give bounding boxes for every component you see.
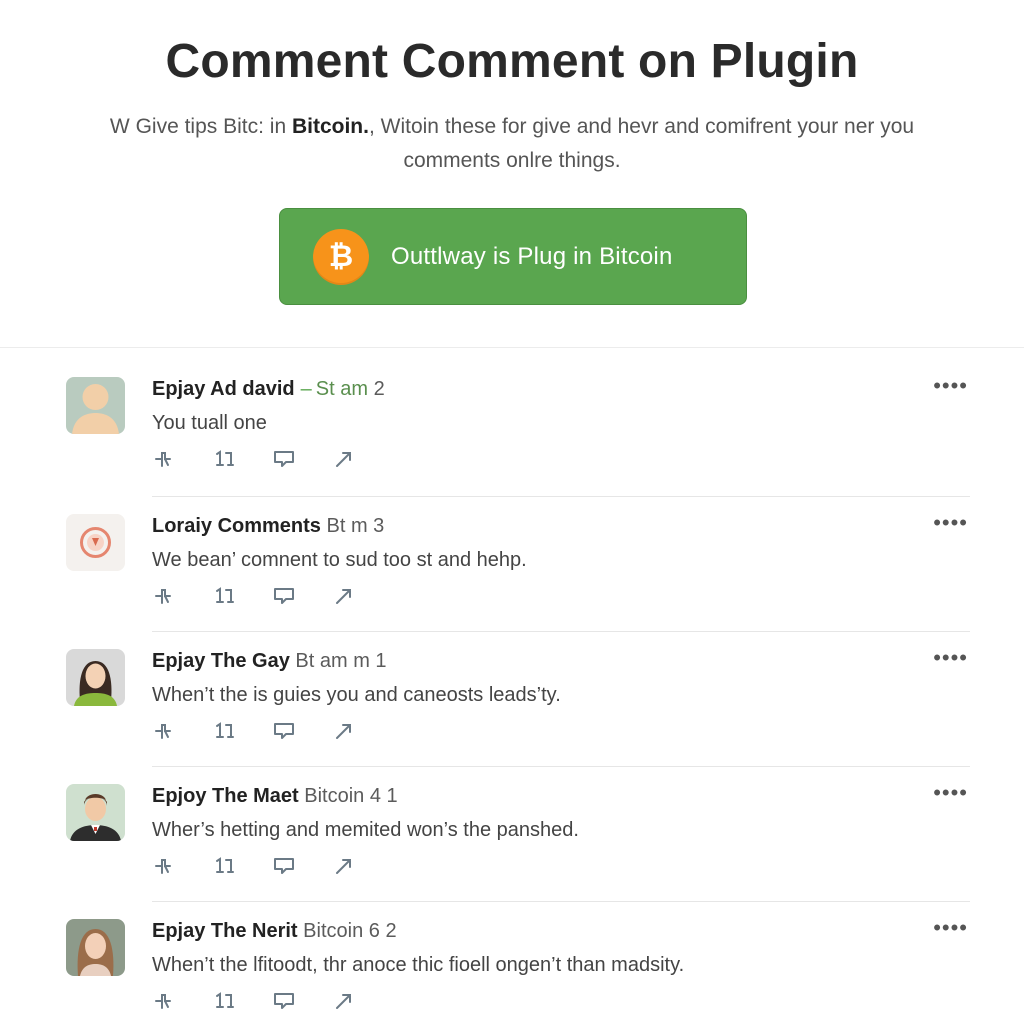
woman-photo-avatar-icon: [66, 919, 125, 976]
subtitle-text-pre: W Give tips Bitc: in: [109, 115, 292, 138]
repost-button[interactable]: [212, 585, 272, 607]
more-options-icon[interactable]: ••••: [933, 782, 968, 804]
repost-icon: [216, 722, 234, 738]
comment-count: 2: [373, 378, 385, 400]
reply-button[interactable]: [272, 720, 332, 742]
like-button[interactable]: [152, 855, 212, 877]
comment-actions: [152, 585, 392, 607]
reply-button[interactable]: [272, 855, 332, 877]
subtitle-bitcoin-bold: Bitcoin.: [291, 115, 369, 138]
share-button[interactable]: [332, 585, 392, 607]
avatar[interactable]: [66, 784, 125, 841]
repost-icon: [216, 587, 234, 603]
share-button[interactable]: [332, 855, 392, 877]
reply-button[interactable]: [272, 448, 332, 470]
comment-text: When’t the lfitoodt, thr anoce thic fioe…: [152, 954, 685, 976]
repost-button[interactable]: [212, 990, 272, 1012]
comment-actions: [152, 448, 392, 470]
comment-actions: [152, 855, 392, 877]
comment-author[interactable]: Loraiy Comments: [152, 515, 321, 537]
like-icon: [155, 589, 171, 604]
bitcoin-icon: ₿: [313, 228, 369, 285]
comment-item: Loraiy Comments Bt m 3 We bean’ comnent …: [0, 497, 1024, 632]
repost-button[interactable]: [212, 855, 272, 877]
reply-button[interactable]: [272, 585, 332, 607]
like-icon: [155, 994, 171, 1009]
comment-separator: –: [300, 378, 312, 400]
bitcoin-plugin-button[interactable]: ₿ Outtlway is Plug in Bitcoin: [279, 208, 747, 305]
repost-button[interactable]: [212, 720, 272, 742]
like-icon: [155, 724, 171, 739]
man-avatar-icon: [66, 784, 125, 841]
share-arrow-icon: [336, 724, 351, 739]
share-arrow-icon: [336, 452, 351, 467]
like-button[interactable]: [152, 990, 212, 1012]
comment-text: When’t the is guies you and caneosts lea…: [152, 684, 561, 706]
comment-header: Epjay The Nerit Bitcoin 6 2: [152, 920, 397, 943]
share-arrow-icon: [336, 589, 351, 604]
more-options-icon[interactable]: ••••: [933, 917, 968, 939]
comment-text: You tuall one: [152, 412, 267, 434]
comment-actions: [152, 990, 392, 1012]
comment-header: Epjay The Gay Bt am m 1: [152, 650, 387, 673]
comment-text: Wher’s hetting and memited won’s the pan…: [152, 819, 579, 841]
person-placeholder-icon: [66, 377, 125, 434]
share-arrow-icon: [336, 994, 351, 1009]
page-title: Comment Comment on Plugin: [165, 35, 859, 88]
comment-author[interactable]: Epjay Ad david: [152, 378, 295, 400]
like-button[interactable]: [152, 720, 212, 742]
like-button[interactable]: [152, 585, 212, 607]
comment-author[interactable]: Epjay The Gay: [152, 650, 290, 672]
woman-avatar-icon: [66, 649, 125, 706]
comment-item: Epjay The Nerit Bitcoin 6 2 When’t the l…: [0, 902, 1024, 1024]
comment-time: St am: [315, 378, 369, 400]
comment-list: Epjay Ad david – St am 2 You tuall one •••…: [0, 360, 1024, 1024]
repost-icon: [216, 450, 234, 466]
comment-text: We bean’ comnent to sud too st and hehp.: [152, 549, 527, 571]
comment-meta: Bitcoin 4 1: [304, 785, 398, 807]
share-button[interactable]: [332, 448, 392, 470]
comment-bubble-icon: [274, 858, 294, 874]
header-divider: [0, 347, 1024, 348]
avatar[interactable]: [66, 919, 125, 976]
comment-header: Epjay Ad david – St am 2: [152, 378, 385, 401]
share-arrow-icon: [336, 859, 351, 874]
more-options-icon[interactable]: ••••: [933, 647, 968, 669]
comment-header: Epjoy The Maet Bitcoin 4 1: [152, 785, 398, 808]
comment-item: Epjay Ad david – St am 2 You tuall one •••…: [0, 360, 1024, 497]
repost-button[interactable]: [212, 448, 272, 470]
share-button[interactable]: [332, 720, 392, 742]
comment-author[interactable]: Epjay The Nerit: [152, 920, 298, 942]
share-button[interactable]: [332, 990, 392, 1012]
more-options-icon[interactable]: ••••: [933, 512, 968, 534]
comment-bubble-icon: [274, 993, 294, 1009]
repost-icon: [216, 857, 234, 873]
avatar[interactable]: [66, 377, 125, 434]
comment-bubble-icon: [274, 723, 294, 739]
ring-logo-icon: [66, 514, 125, 571]
comment-item: Epjay The Gay Bt am m 1 When’t the is gu…: [0, 632, 1024, 767]
comment-author[interactable]: Epjoy The Maet: [152, 785, 299, 807]
bitcoin-plugin-button-label: Outtlway is Plug in Bitcoin: [391, 242, 673, 270]
comment-item: Epjoy The Maet Bitcoin 4 1 Wher’s hettin…: [0, 767, 1024, 902]
page-subtitle: W Give tips Bitc: in Bitcoin., Witoin th…: [90, 110, 934, 178]
comment-bubble-icon: [274, 588, 294, 604]
like-button[interactable]: [152, 448, 212, 470]
comment-meta: Bt am m 1: [295, 650, 387, 672]
comment-meta: Bitcoin 6 2: [303, 920, 397, 942]
comment-bubble-icon: [274, 451, 294, 467]
comment-meta: Bt m 3: [326, 515, 385, 537]
reply-button[interactable]: [272, 990, 332, 1012]
subtitle-text-post: , Witoin these for give and hevr and com…: [368, 115, 915, 172]
like-icon: [155, 859, 171, 874]
avatar[interactable]: [66, 649, 125, 706]
like-icon: [155, 452, 171, 467]
comment-actions: [152, 720, 392, 742]
comment-header: Loraiy Comments Bt m 3: [152, 515, 384, 538]
more-options-icon[interactable]: ••••: [933, 375, 968, 397]
repost-icon: [216, 992, 234, 1008]
avatar[interactable]: [66, 514, 125, 571]
